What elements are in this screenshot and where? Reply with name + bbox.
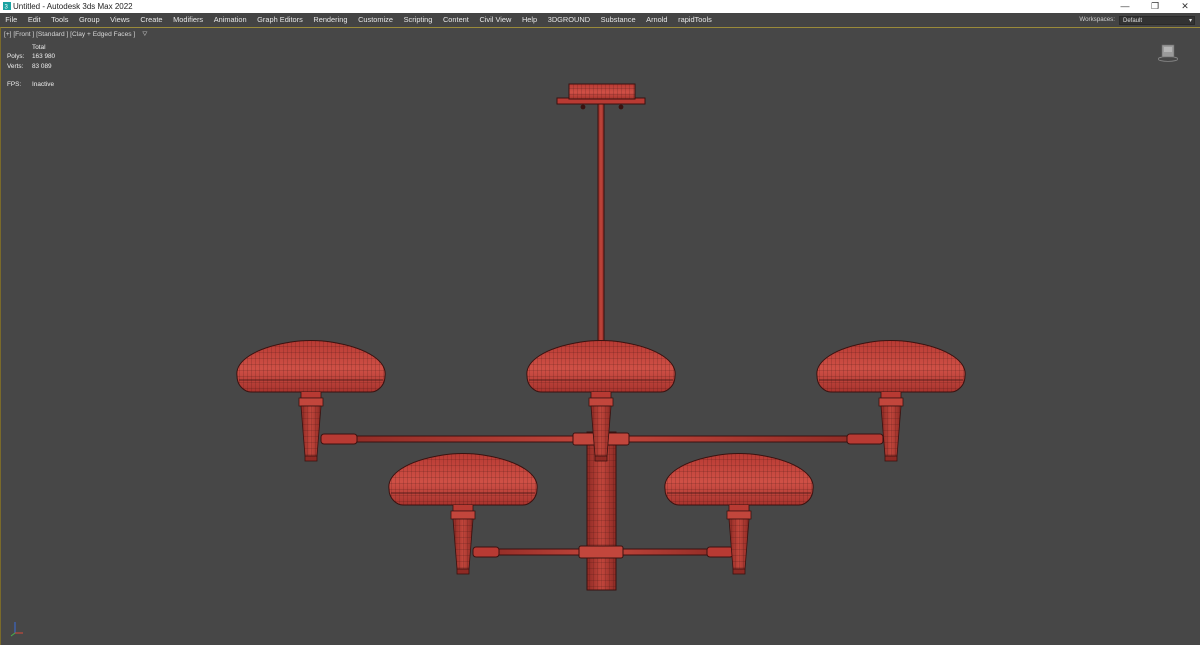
menu-arnold[interactable]: Arnold	[641, 13, 673, 27]
fps-value: Inactive	[32, 81, 55, 89]
workspaces-control: Workspaces: Default ▾	[1079, 15, 1195, 25]
minimize-button[interactable]: —	[1110, 0, 1140, 13]
verts-value: 83 089	[32, 62, 52, 70]
menu-tools[interactable]: Tools	[46, 13, 74, 27]
menu-civil-view[interactable]: Civil View	[474, 13, 517, 27]
title-bar: 3 Untitled - Autodesk 3ds Max 2022 — ❐ ✕	[0, 0, 1200, 13]
menu-scripting[interactable]: Scripting	[398, 13, 437, 27]
menu-group[interactable]: Group	[74, 13, 105, 27]
workspaces-label: Workspaces:	[1079, 16, 1115, 23]
chandelier-model	[236, 83, 966, 591]
menu-edit[interactable]: Edit	[23, 13, 46, 27]
filter-icon[interactable]: ⛛	[142, 31, 148, 38]
menu-file[interactable]: File	[0, 13, 23, 27]
menu-help[interactable]: Help	[517, 13, 543, 27]
menu-rapidtools[interactable]: rapidTools	[673, 13, 717, 27]
verts-label: Verts:	[7, 62, 24, 70]
menu-graph-editors[interactable]: Graph Editors	[252, 13, 308, 27]
chevron-down-icon: ▾	[1188, 17, 1192, 24]
workspaces-value: Default	[1123, 17, 1143, 24]
stats-header: Total	[32, 44, 46, 51]
menu-views[interactable]: Views	[105, 13, 135, 27]
restore-button[interactable]: ❐	[1140, 0, 1170, 13]
viewcube-icon[interactable]	[1158, 43, 1178, 63]
menu-animation[interactable]: Animation	[208, 13, 251, 27]
front-viewport[interactable]: [+] [Front ] [Standard ] [Clay + Edged F…	[0, 27, 1200, 645]
viewport-statistics: Total Polys: 163 980 Verts: 83 089 FPS: Ina…	[7, 43, 55, 90]
menu-create[interactable]: Create	[135, 13, 168, 27]
menu-bar: File Edit Tools Group Views Create Modif…	[0, 13, 1200, 27]
app-3dsmax-icon: 3	[3, 2, 11, 10]
menu-content[interactable]: Content	[438, 13, 474, 27]
menu-modifiers[interactable]: Modifiers	[168, 13, 209, 27]
menu-3dground[interactable]: 3DGROUND	[542, 13, 595, 27]
viewport-label-text[interactable]: [+] [Front ] [Standard ] [Clay + Edged F…	[4, 31, 135, 38]
viewport-label[interactable]: [+] [Front ] [Standard ] [Clay + Edged F…	[4, 31, 148, 39]
polys-value: 163 980	[32, 53, 56, 61]
workspaces-dropdown[interactable]: Default ▾	[1119, 15, 1195, 25]
menu-customize[interactable]: Customize	[353, 13, 399, 27]
close-button[interactable]: ✕	[1170, 0, 1200, 13]
window-title: Untitled - Autodesk 3ds Max 2022	[13, 2, 133, 11]
polys-label: Polys:	[7, 53, 25, 61]
axis-tripod-icon	[10, 622, 23, 637]
menu-substance[interactable]: Substance	[595, 13, 641, 27]
fps-label: FPS:	[7, 81, 22, 89]
menu-rendering[interactable]: Rendering	[308, 13, 353, 27]
